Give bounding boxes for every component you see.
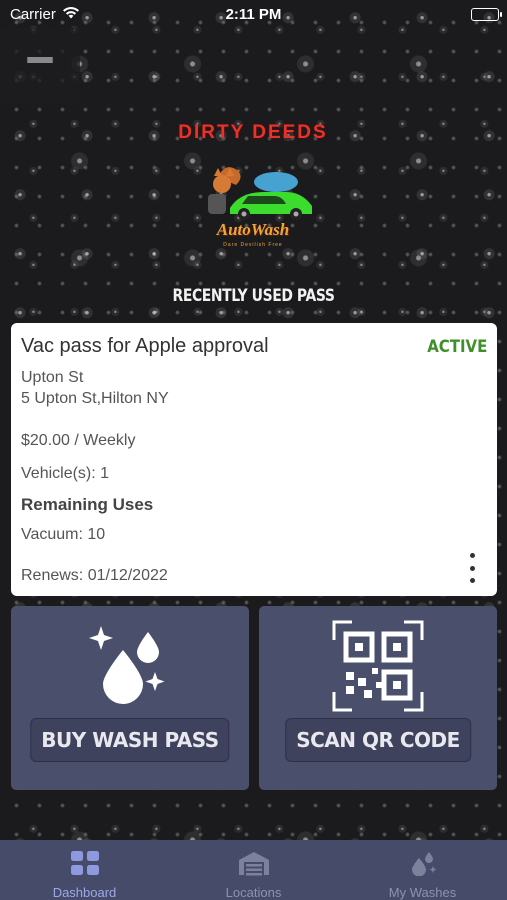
status-badge: ACTIVE xyxy=(426,337,487,357)
sparkling-drops-icon xyxy=(85,620,175,715)
vehicle-count: Vehicle(s): 1 xyxy=(21,465,110,482)
pass-card[interactable]: Vac pass for Apple approval ACTIVE Upton… xyxy=(11,323,497,596)
buy-wash-pass-button[interactable]: BUY WASH PASS xyxy=(30,718,230,762)
buy-wash-pass-tile[interactable]: BUY WASH PASS xyxy=(11,606,249,790)
more-vertical-icon[interactable] xyxy=(467,553,477,583)
tab-my-washes-label: My Washes xyxy=(388,885,457,900)
location-address: 5 Upton St,Hilton NY xyxy=(21,390,169,407)
remaining-uses-heading: Remaining Uses xyxy=(21,495,154,514)
status-left: Carrier xyxy=(10,6,80,23)
brand-logo: DIRTY DEEDS AutoWash Dare Devilish Free xyxy=(178,122,328,257)
battery-icon xyxy=(471,7,502,21)
grid-icon xyxy=(70,850,100,881)
location-name: Upton St xyxy=(21,369,84,386)
scan-qr-code-button[interactable]: SCAN QR CODE xyxy=(285,718,471,762)
tab-locations[interactable]: Locations xyxy=(169,840,338,900)
wifi-icon xyxy=(62,6,80,23)
pass-price: $20.00 / Weekly xyxy=(21,432,136,449)
pass-name: Vac pass for Apple approval xyxy=(21,335,269,357)
scan-qr-code-tile[interactable]: SCAN QR CODE xyxy=(259,606,497,790)
garage-icon xyxy=(237,850,271,881)
carrier-label: Carrier xyxy=(10,5,56,23)
tab-dashboard[interactable]: Dashboard xyxy=(0,840,169,900)
qr-code-icon xyxy=(332,620,424,717)
tab-dashboard-label: Dashboard xyxy=(52,885,117,900)
menu-button[interactable] xyxy=(0,28,80,104)
vacuum-uses: Vacuum: 10 xyxy=(21,526,106,543)
hamburger-icon xyxy=(27,57,53,75)
tab-bar: Dashboard Locations My Washes xyxy=(0,840,507,900)
section-title: RECENTLY USED PASS xyxy=(172,286,335,306)
status-bar: Carrier 2:11 PM xyxy=(0,0,507,28)
logo-script-text: AutoWash xyxy=(216,220,290,239)
drops-icon xyxy=(408,850,438,881)
tab-my-washes[interactable]: My Washes xyxy=(338,840,507,900)
renews-date: Renews: 01/12/2022 xyxy=(21,567,168,584)
tab-locations-label: Locations xyxy=(225,885,282,900)
logo-tagline: Dare Devilish Free xyxy=(223,242,283,248)
